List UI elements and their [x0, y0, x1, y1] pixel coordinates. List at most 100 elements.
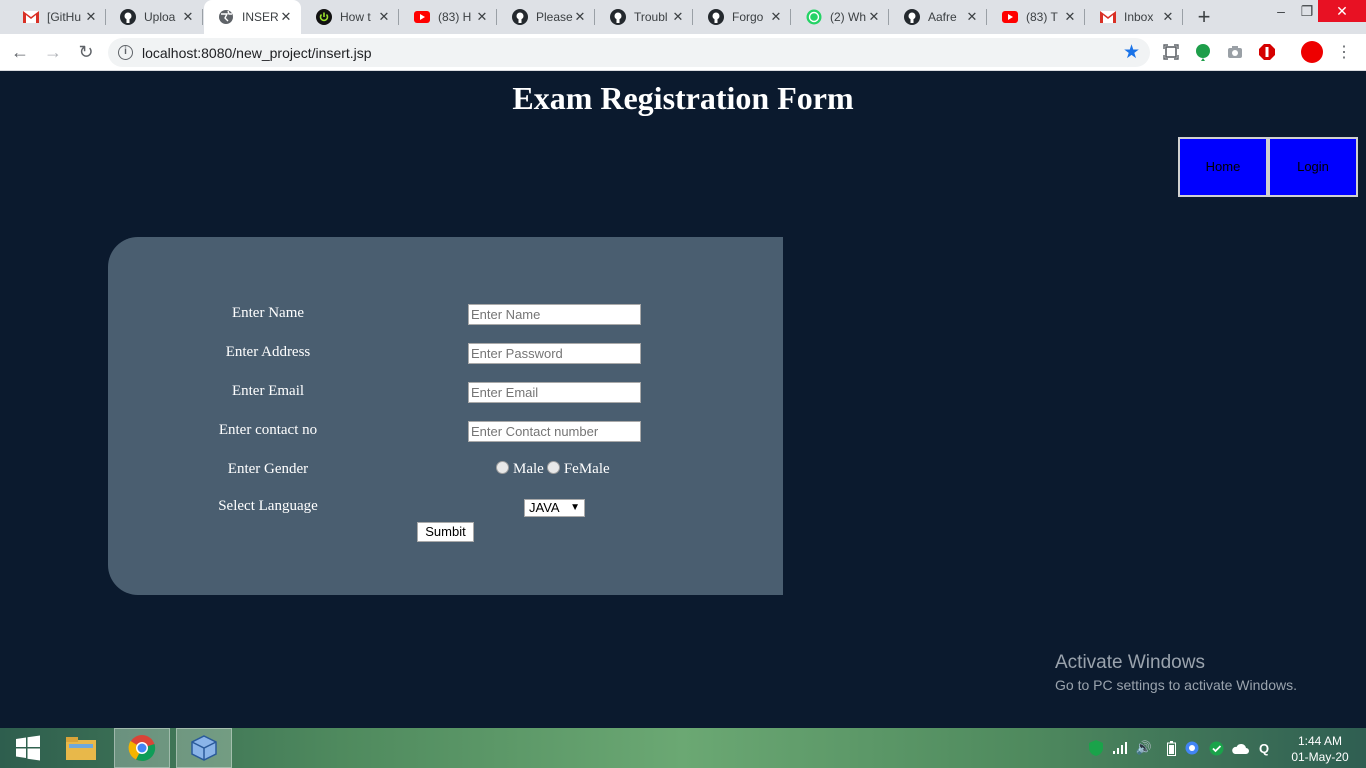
info-icon[interactable]: i	[118, 45, 133, 60]
tab-7[interactable]: Troubl ✕	[596, 0, 693, 34]
submit-button[interactable]: Sumbit	[417, 522, 474, 542]
tab-close-icon[interactable]: ✕	[965, 10, 979, 24]
security-shield-icon[interactable]	[1087, 740, 1105, 756]
dropdown-arrow-icon: ▼	[570, 502, 580, 513]
tab-close-icon[interactable]: ✕	[573, 10, 587, 24]
youtube-icon	[1002, 9, 1018, 25]
contact-label: Enter contact no	[218, 422, 318, 438]
tab-8[interactable]: Forgo ✕	[694, 0, 791, 34]
adblock-icon[interactable]	[1257, 42, 1277, 62]
checkmark-tray-icon[interactable]	[1207, 740, 1225, 756]
q-app-tray-icon[interactable]: Q	[1255, 740, 1273, 756]
name-input[interactable]	[468, 304, 641, 325]
battery-icon[interactable]	[1162, 740, 1180, 756]
camera-icon[interactable]	[1225, 42, 1245, 62]
tab-separator	[986, 9, 987, 25]
language-select[interactable]: JAVA ▼	[524, 499, 585, 517]
email-input[interactable]	[468, 382, 641, 403]
tab-6[interactable]: Please ✕	[498, 0, 595, 34]
address-input[interactable]	[468, 343, 641, 364]
volume-icon[interactable]: 🔊	[1135, 740, 1153, 756]
tab-separator	[496, 9, 497, 25]
tab-title: [GitHu	[47, 10, 82, 24]
menu-dots-icon[interactable]: ⋮	[1334, 42, 1354, 62]
tab-11[interactable]: (83) T ✕	[988, 0, 1085, 34]
email-label: Enter Email	[231, 383, 305, 399]
tab-close-icon[interactable]: ✕	[1161, 10, 1175, 24]
male-radio[interactable]	[496, 461, 509, 474]
tab-close-icon[interactable]: ✕	[181, 10, 195, 24]
activate-windows-watermark: Activate Windows Go to PC settings to ac…	[1055, 652, 1297, 693]
bookmark-star-icon[interactable]: ★	[1123, 41, 1140, 64]
network-signal-icon[interactable]	[1112, 740, 1130, 756]
address-label: Enter Address	[225, 344, 311, 360]
windows-logo-icon	[16, 735, 40, 761]
globe-icon	[218, 9, 234, 25]
tab-separator	[202, 9, 203, 25]
youtube-icon	[414, 9, 430, 25]
new-tab-button[interactable]: +	[1192, 5, 1216, 29]
start-button[interactable]	[0, 728, 56, 768]
tab-close-icon[interactable]: ✕	[475, 10, 489, 24]
tab-12[interactable]: Inbox ✕	[1086, 0, 1183, 34]
onedrive-cloud-icon[interactable]	[1231, 740, 1249, 756]
forward-icon[interactable]: →	[41, 40, 65, 64]
tab-close-icon[interactable]: ✕	[671, 10, 685, 24]
tab-close-icon[interactable]: ✕	[84, 10, 98, 24]
contact-input[interactable]	[468, 421, 641, 442]
screen-capture-icon[interactable]	[1161, 42, 1181, 62]
tab-separator	[1182, 9, 1183, 25]
whatsapp-icon	[806, 9, 822, 25]
tab-4[interactable]: How t ✕	[302, 0, 399, 34]
url-text[interactable]: localhost:8080/new_project/insert.jsp	[142, 45, 372, 61]
registration-form: Enter Name Enter Address Enter Email Ent…	[108, 237, 783, 595]
male-label: Male	[513, 461, 544, 477]
gender-label: Enter Gender	[227, 461, 309, 477]
tab-1[interactable]: [GitHu ✕	[9, 0, 106, 34]
female-radio[interactable]	[546, 461, 560, 474]
chrome-tray-icon[interactable]	[1183, 740, 1201, 756]
language-selected-value: JAVA	[529, 500, 560, 515]
reload-icon[interactable]: ↻	[74, 40, 98, 64]
login-link[interactable]: Login	[1268, 137, 1358, 197]
tab-2[interactable]: Uploa ✕	[106, 0, 203, 34]
tab-close-icon[interactable]: ✕	[1063, 10, 1077, 24]
tab-5[interactable]: (83) H ✕	[400, 0, 497, 34]
tab-title: Uploa	[144, 10, 176, 24]
tab-3[interactable]: INSER ✕	[204, 0, 301, 34]
tab-separator	[790, 9, 791, 25]
tab-9[interactable]: (2) Wh ✕	[792, 0, 889, 34]
tab-title: Forgo	[732, 10, 764, 24]
gmail-icon	[1100, 9, 1116, 25]
home-link[interactable]: Home	[1178, 137, 1268, 197]
tab-title: (2) Wh	[830, 10, 866, 24]
page-body: Exam Registration Form Home Login Enter …	[0, 72, 1366, 728]
tab-title: Troubl	[634, 10, 668, 24]
tab-strip: [GitHu ✕ Uploa ✕ INSER ✕ How t ✕ (83) H ✕ Please ✕ T…	[0, 0, 1366, 34]
tab-close-icon[interactable]: ✕	[769, 10, 783, 24]
tab-close-icon[interactable]: ✕	[279, 10, 293, 24]
tab-title: Inbox	[1124, 10, 1154, 24]
watermark-line1: Activate Windows	[1055, 652, 1205, 673]
file-explorer-icon[interactable]	[53, 728, 109, 768]
extension-green-icon[interactable]	[1193, 42, 1213, 62]
address-bar[interactable]: i localhost:8080/new_project/insert.jsp …	[108, 38, 1150, 67]
chrome-taskbar-icon[interactable]	[114, 728, 170, 768]
language-label: Select Language	[218, 498, 318, 514]
system-clock[interactable]: 1:44 AM 01-May-20	[1282, 733, 1358, 765]
clock-date: 01-May-20	[1291, 750, 1349, 764]
tab-title: Please	[536, 10, 573, 24]
tab-close-icon[interactable]: ✕	[867, 10, 881, 24]
clock-time: 1:44 AM	[1297, 734, 1343, 748]
back-icon[interactable]: ←	[8, 40, 32, 64]
tab-10[interactable]: Aafre ✕	[890, 0, 987, 34]
tab-close-icon[interactable]: ✕	[377, 10, 391, 24]
gender-options: Male FeMale	[496, 461, 610, 478]
github-icon	[512, 9, 528, 25]
gmail-icon	[23, 9, 39, 25]
profile-avatar[interactable]	[1300, 40, 1324, 64]
close-window-button[interactable]: ✕	[1318, 0, 1366, 22]
tab-title: INSER	[242, 10, 279, 24]
virtualbox-icon[interactable]	[176, 728, 232, 768]
top-nav: Home Login	[1178, 137, 1358, 197]
